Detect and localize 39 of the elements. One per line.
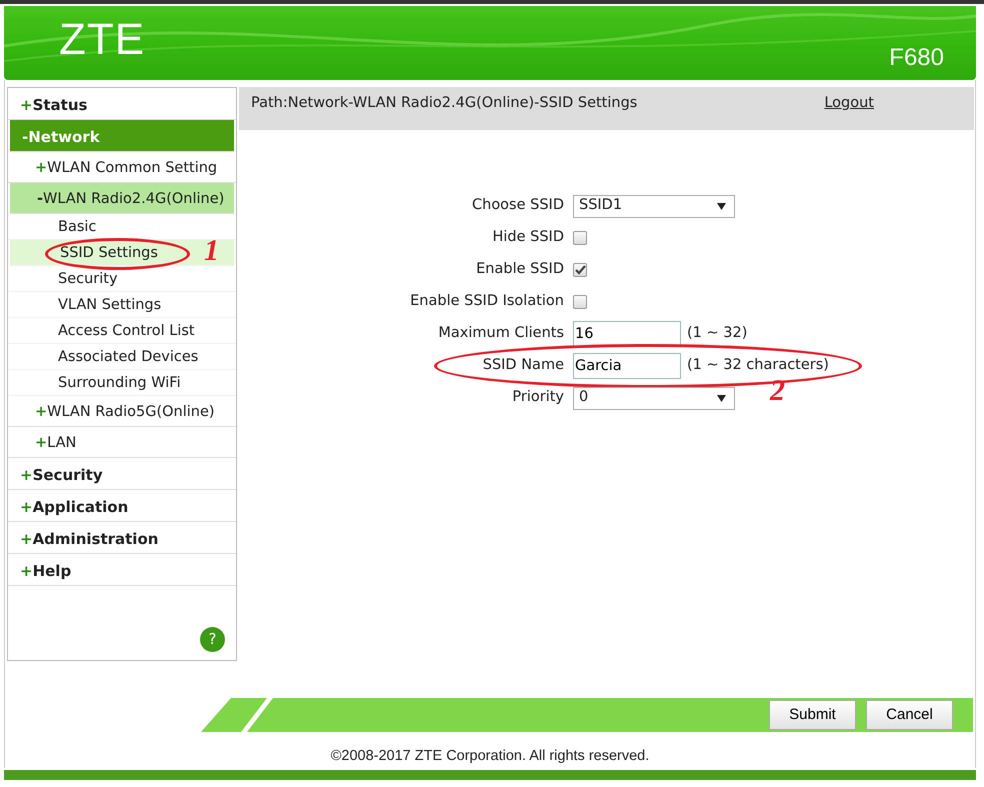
menu-item[interactable]: -Network <box>10 120 234 152</box>
hint-text: (1 ~ 32) <box>687 324 748 344</box>
breadcrumb-path: Path:Network-WLAN Radio2.4G(Online)-SSID Settings <box>251 94 638 113</box>
dropdown[interactable]: 0 <box>573 386 735 410</box>
menu-item[interactable]: +WLAN Radio5G(Online) <box>8 396 236 427</box>
menu-item[interactable]: Associated Devices <box>8 344 236 370</box>
field-label: Enable SSID Isolation <box>409 292 565 312</box>
field-label: Enable SSID <box>475 260 565 280</box>
menu-item[interactable]: -WLAN Radio2.4G(Online) <box>10 183 234 214</box>
menu-item[interactable]: Access Control List <box>8 318 236 344</box>
zte-logo: ZTE <box>59 18 146 62</box>
checkbox[interactable] <box>573 295 587 309</box>
model-name: F680 <box>889 46 944 70</box>
menu-item[interactable]: Security <box>8 266 236 292</box>
field-label: Hide SSID <box>491 228 565 248</box>
checkbox[interactable] <box>573 263 587 277</box>
menu-item[interactable]: VLAN Settings <box>8 292 236 318</box>
dropdown[interactable]: SSID1 <box>573 194 735 218</box>
menu-item[interactable]: +Help <box>8 554 236 586</box>
caret-icon <box>717 394 726 402</box>
cancel-button[interactable]: Cancel <box>866 700 953 730</box>
menu-item[interactable]: +LAN <box>8 427 236 458</box>
input-field[interactable]: 16 <box>573 321 681 347</box>
field-label: SSID Name <box>482 356 565 376</box>
field-label: Maximum Clients <box>437 324 565 344</box>
checkbox[interactable] <box>573 231 587 245</box>
menu-item[interactable]: +Security <box>8 458 236 490</box>
caret-icon <box>717 202 726 210</box>
menu-item[interactable]: +Administration <box>8 522 236 554</box>
input-field[interactable]: Garcia <box>573 353 681 379</box>
field-label: Choose SSID <box>471 196 565 216</box>
hint-text: (1 ~ 32 characters) <box>687 356 829 376</box>
menu-item[interactable]: +Application <box>8 490 236 522</box>
logout-link[interactable]: Logout <box>824 93 874 130</box>
copyright-text: ©2008-2017 ZTE Corporation. All rights reserved. <box>330 748 650 764</box>
field-label: Priority <box>511 388 565 408</box>
menu-item[interactable]: Surrounding WiFi <box>8 370 236 396</box>
help-button[interactable]: ? <box>200 627 225 652</box>
submit-button[interactable]: Submit <box>769 700 856 730</box>
